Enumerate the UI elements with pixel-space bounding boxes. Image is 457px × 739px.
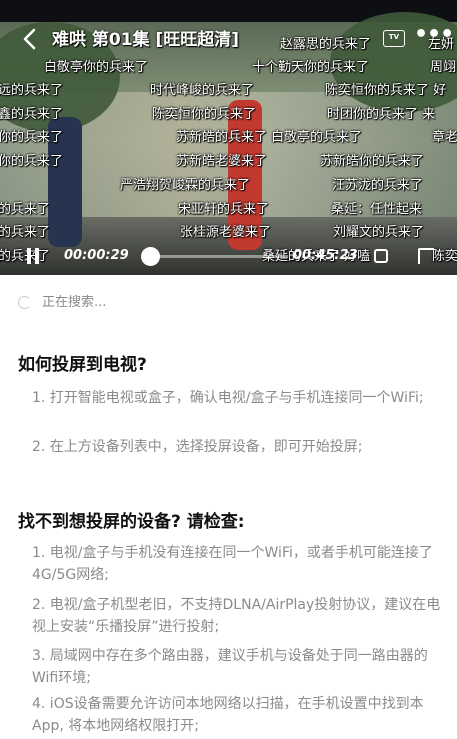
danmaku-comment: 你的兵来了 <box>0 130 64 145</box>
danmaku-comment: 白敬亭你的兵来了 <box>44 60 149 75</box>
video-title: 难哄 第01集 [旺旺超清] <box>52 30 240 50</box>
danmaku-comment: 远的兵来了 <box>0 83 64 98</box>
danmaku-comment: 鑫的兵来了 <box>0 107 64 122</box>
danmaku-comment: 章老 <box>432 130 457 145</box>
danmaku-comment: 汪苏泷的兵来了 <box>332 178 424 193</box>
danmaku-comment: 你的兵来了 <box>0 154 64 169</box>
player-controls: 00:00:29 00:45:23 <box>0 244 457 270</box>
troubleshoot-step: 2. 电视/盒子机型老旧，不支持DLNA/AirPlay投射协议，建议在电视上安… <box>32 597 441 635</box>
troubleshoot-step: 3. 局域网中存在多个路由器，建议手机与设备处于同一路由器的Wifi环境; <box>32 648 428 686</box>
tv-cast-button[interactable]: TV <box>383 30 405 47</box>
chevron-left-icon[interactable] <box>20 26 46 54</box>
video-player[interactable]: 赵露思的兵来了 左妍 白敬亭你的兵来了 十个勤天你的兵来了 周翊 远的兵来了 时… <box>0 0 457 275</box>
danmaku-comment: 刘耀文的兵来了 <box>333 225 425 240</box>
danmaku-comment: 苏新皓老婆来了 <box>176 154 268 169</box>
troubleshoot-title: 找不到想投屏的设备? 请检查: <box>18 512 245 532</box>
current-time: 00:00:29 <box>64 248 129 263</box>
progress-bar[interactable] <box>140 247 288 266</box>
danmaku-comment: 十个勤天你的兵来了 <box>252 60 370 75</box>
troubleshoot-step: 4. iOS设备需要允许访问本地网络以扫描，在手机设置中找到本App, 将本地网… <box>32 696 424 734</box>
danmaku-comment: 苏新皓你的兵来了 <box>320 154 425 169</box>
how-to-cast-title: 如何投屏到电视? <box>18 355 147 375</box>
danmaku-comment: 苏新皓的兵来了 白敬亭的兵来了 <box>176 130 363 145</box>
danmaku-comment: 桑延：任性起来 <box>331 202 423 217</box>
danmaku-comment: 严浩翔贺峻霖的兵来了 <box>120 178 251 193</box>
how-step: 1. 打开智能电视或盒子，确认电视/盒子与手机连接同一个WiFi; <box>32 390 424 406</box>
danmaku-comment: 时代峰峻的兵来了 <box>150 83 255 98</box>
danmaku-comment: 的兵来了 <box>0 225 51 240</box>
danmaku-toggle-icon[interactable] <box>374 249 388 263</box>
troubleshoot-step: 1. 电视/盒子与手机没有连接在同一个WiFi，或者手机可能连接了4G/5G网络… <box>32 545 433 583</box>
danmaku-comment: 陈奕恒你的兵来了 好 <box>325 83 447 98</box>
danmaku-comment: 周翊 <box>430 60 457 75</box>
more-icon[interactable]: ••• <box>414 22 454 47</box>
danmaku-comment: 宋亚轩的兵来了 <box>178 202 270 217</box>
how-step: 2. 在上方设备列表中，选择投屏设备，即可开始投屏; <box>32 439 363 455</box>
danmaku-comment: 陈奕恒你的兵来了 <box>152 107 257 122</box>
loading-spinner-icon <box>18 296 31 309</box>
danmaku-comment: 的兵来了 <box>0 202 51 217</box>
player-top-bar: 难哄 第01集 [旺旺超清] TV ••• <box>0 22 457 56</box>
total-time: 00:45:23 <box>293 248 358 263</box>
pause-icon[interactable] <box>26 248 40 264</box>
fullscreen-icon[interactable] <box>418 248 434 264</box>
danmaku-comment: 时团你的兵来了 来 <box>327 107 436 122</box>
searching-text: 正在搜索... <box>42 295 107 310</box>
danmaku-comment: 张桂源老婆来了 <box>180 225 272 240</box>
progress-knob[interactable] <box>140 247 160 266</box>
